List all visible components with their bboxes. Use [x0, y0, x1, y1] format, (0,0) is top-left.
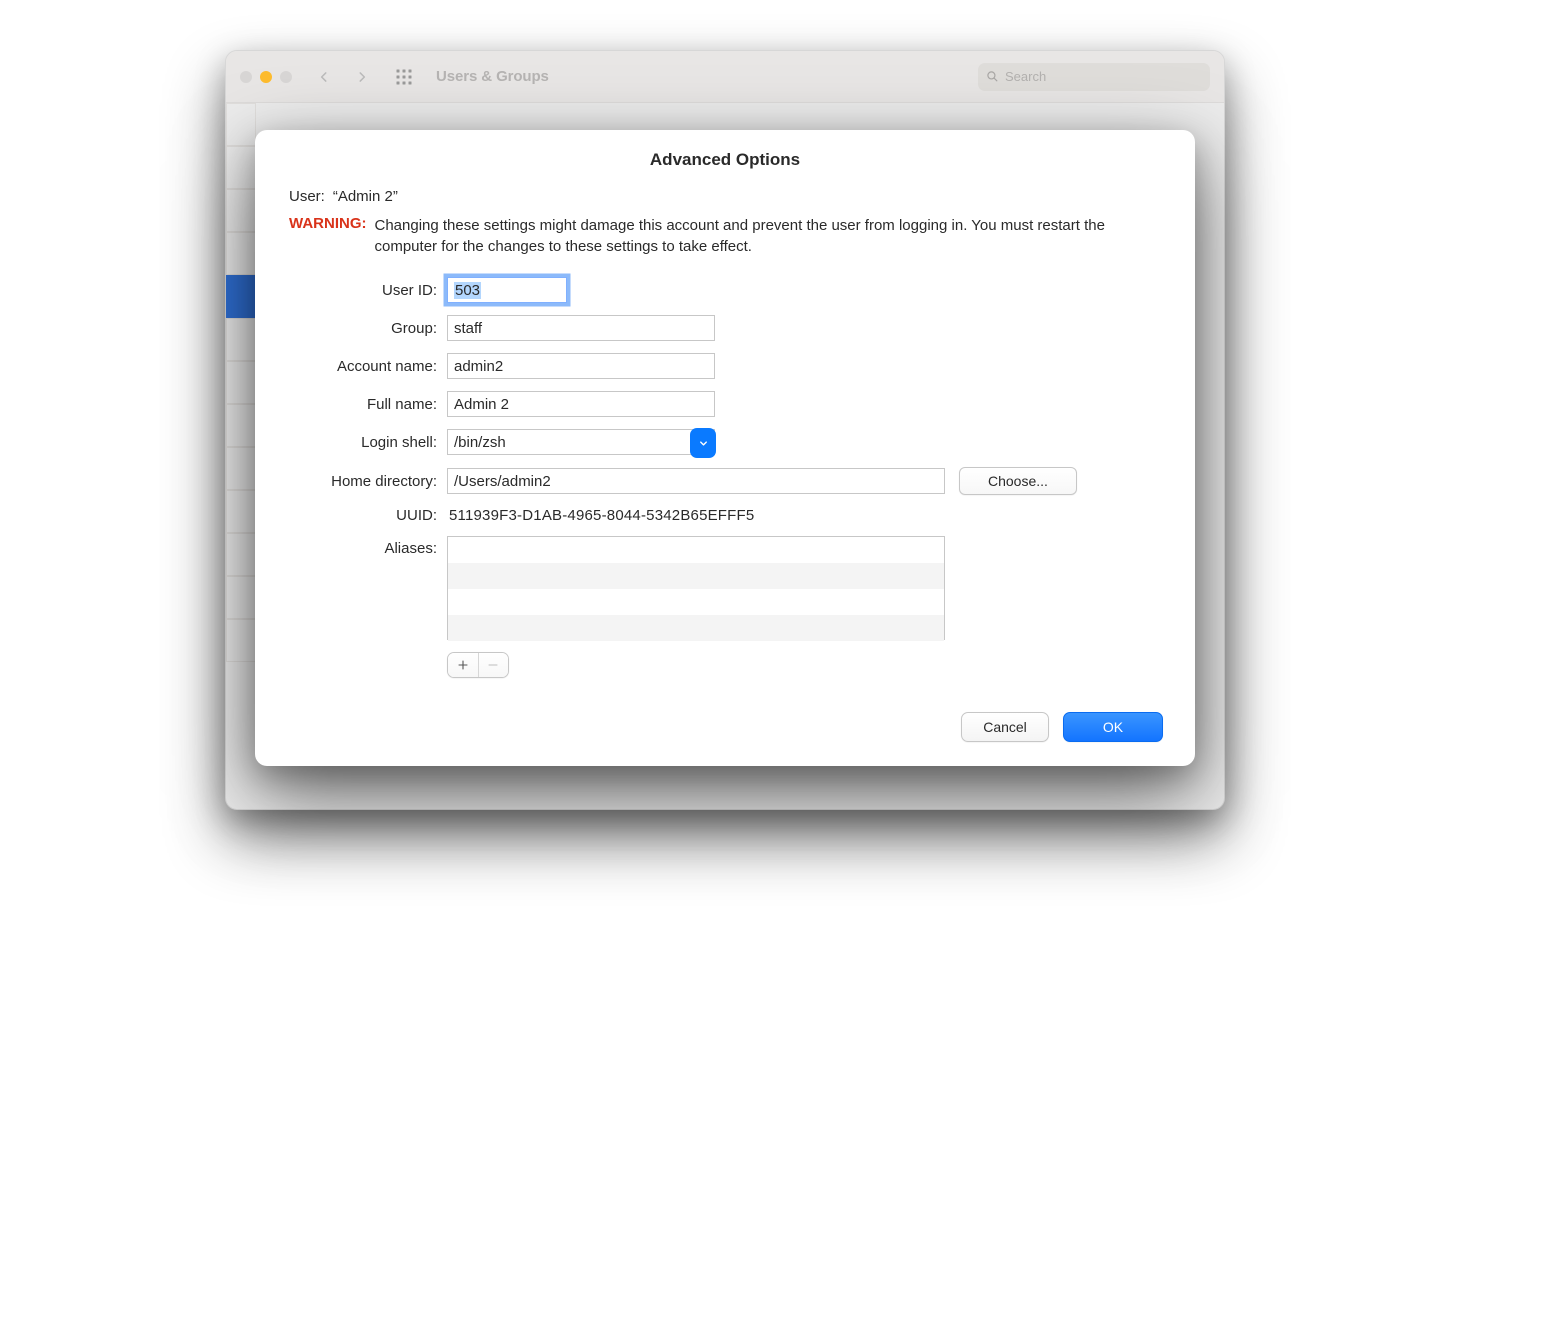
nav-back-button[interactable] [310, 63, 338, 91]
nav-forward-button[interactable] [348, 63, 376, 91]
advanced-options-sheet: Advanced Options User: “Admin 2” WARNING… [255, 130, 1195, 766]
user-value: “Admin 2” [333, 188, 398, 205]
add-alias-button[interactable] [448, 653, 478, 677]
remove-alias-button[interactable] [478, 653, 509, 677]
uuid-label: UUID: [287, 507, 437, 524]
user-row: User: “Admin 2” [287, 188, 1163, 205]
group-field[interactable]: staff [447, 315, 715, 341]
search-icon [986, 70, 999, 83]
uuid-value: 511939F3-D1AB-4965-8044-5342B65EFFF5 [447, 507, 1163, 524]
list-item [448, 563, 944, 589]
traffic-lights [240, 71, 292, 83]
account-name-label: Account name: [287, 358, 437, 375]
choose-button[interactable]: Choose... [959, 467, 1077, 495]
list-item [448, 589, 944, 615]
home-directory-label: Home directory: [287, 473, 437, 490]
search-field[interactable]: Search [978, 63, 1210, 91]
aliases-label: Aliases: [287, 536, 437, 557]
sidebar-stubs [226, 103, 256, 662]
chevron-down-icon[interactable] [690, 428, 716, 458]
aliases-list[interactable] [447, 536, 945, 640]
account-name-field[interactable]: admin2 [447, 353, 715, 379]
login-shell-combo[interactable]: /bin/zsh [447, 429, 715, 455]
home-directory-field[interactable]: /Users/admin2 [447, 468, 945, 494]
user-label: User: [289, 188, 325, 205]
group-label: Group: [287, 320, 437, 337]
user-id-field[interactable]: 503 [447, 277, 567, 303]
aliases-plus-minus [447, 652, 509, 678]
full-name-field[interactable]: Admin 2 [447, 391, 715, 417]
zoom-window-icon[interactable] [280, 71, 292, 83]
cancel-button[interactable]: Cancel [961, 712, 1049, 742]
search-placeholder: Search [1005, 69, 1046, 84]
list-item [448, 615, 944, 641]
minimize-window-icon[interactable] [260, 71, 272, 83]
warning-label: WARNING: [289, 215, 367, 232]
sheet-title: Advanced Options [287, 150, 1163, 170]
close-window-icon[interactable] [240, 71, 252, 83]
warning-text: Changing these settings might damage thi… [375, 215, 1164, 257]
full-name-label: Full name: [287, 396, 437, 413]
window-title: Users & Groups [436, 68, 549, 85]
ok-button[interactable]: OK [1063, 712, 1163, 742]
titlebar: Users & Groups Search [226, 51, 1224, 103]
user-id-label: User ID: [287, 282, 437, 299]
login-shell-label: Login shell: [287, 434, 437, 451]
list-item [448, 537, 944, 563]
show-all-icon[interactable] [390, 63, 418, 91]
warning-row: WARNING: Changing these settings might d… [287, 215, 1163, 257]
